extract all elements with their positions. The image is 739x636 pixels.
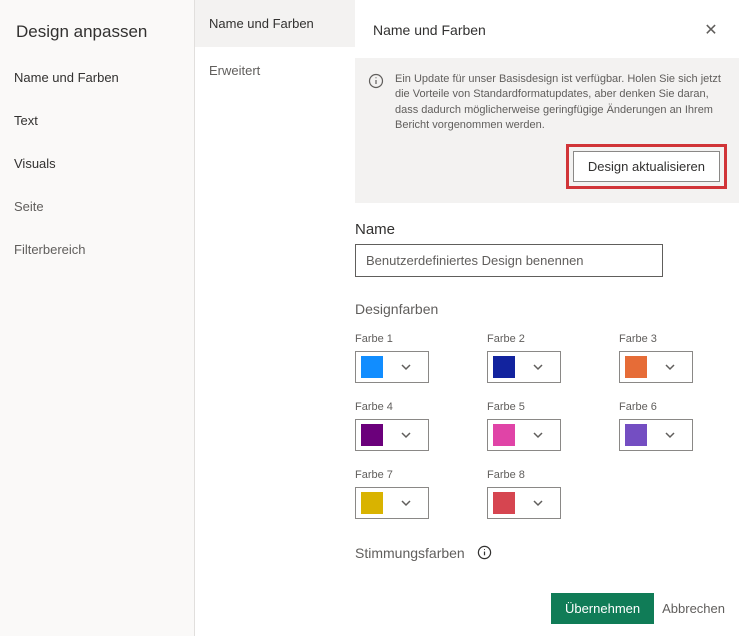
design-colors-title: Designfarben — [355, 301, 739, 317]
info-icon[interactable] — [477, 545, 492, 560]
mood-colors-row: Stimmungsfarben — [355, 545, 739, 561]
color-label-2: Farbe 2 — [487, 333, 583, 345]
color-picker-5[interactable] — [487, 419, 561, 451]
chevron-down-icon — [383, 429, 428, 441]
color-swatch-7 — [361, 492, 383, 514]
name-label: Name — [355, 221, 739, 238]
color-label-3: Farbe 3 — [619, 333, 715, 345]
chevron-down-icon — [383, 497, 428, 509]
left-nav-text[interactable]: Text — [0, 99, 194, 142]
mood-colors-title: Stimmungsfarben — [355, 545, 465, 561]
color-swatch-8 — [493, 492, 515, 514]
apply-button[interactable]: Übernehmen — [551, 593, 654, 624]
color-picker-4[interactable] — [355, 419, 429, 451]
middle-sidebar: Name und Farben Erweitert — [195, 0, 355, 636]
left-nav-filter[interactable]: Filterbereich — [0, 228, 194, 271]
chevron-down-icon — [647, 361, 692, 373]
info-text: Ein Update für unser Basisdesign ist ver… — [395, 72, 727, 134]
chevron-down-icon — [515, 497, 560, 509]
middle-nav-name-colors[interactable]: Name und Farben — [195, 0, 355, 47]
chevron-down-icon — [515, 361, 560, 373]
color-picker-1[interactable] — [355, 351, 429, 383]
left-sidebar: Design anpassen Name und Farben Text Vis… — [0, 0, 195, 636]
panel-header: Name und Farben ✕ — [355, 0, 739, 58]
color-picker-7[interactable] — [355, 487, 429, 519]
chevron-down-icon — [383, 361, 428, 373]
panel-title: Name und Farben — [373, 22, 486, 38]
middle-nav-advanced[interactable]: Erweitert — [195, 47, 355, 94]
info-icon — [367, 72, 385, 90]
color-label-1: Farbe 1 — [355, 333, 451, 345]
color-picker-6[interactable] — [619, 419, 693, 451]
color-swatch-5 — [493, 424, 515, 446]
color-swatch-6 — [625, 424, 647, 446]
color-picker-2[interactable] — [487, 351, 561, 383]
color-swatch-4 — [361, 424, 383, 446]
left-sidebar-title: Design anpassen — [0, 0, 194, 56]
color-label-7: Farbe 7 — [355, 469, 451, 481]
color-swatch-1 — [361, 356, 383, 378]
color-swatch-3 — [625, 356, 647, 378]
left-nav-visuals[interactable]: Visuals — [0, 142, 194, 185]
settings-panel: Name und Farben ✕ Ein Update für unser B… — [355, 0, 739, 636]
update-design-button[interactable]: Design aktualisieren — [573, 151, 720, 182]
dialog-footer: Übernehmen Abbrechen — [551, 593, 725, 624]
color-label-6: Farbe 6 — [619, 401, 715, 413]
update-info-box: Ein Update für unser Basisdesign ist ver… — [355, 58, 739, 203]
color-swatch-2 — [493, 356, 515, 378]
color-label-5: Farbe 5 — [487, 401, 583, 413]
design-name-input[interactable] — [355, 244, 663, 277]
chevron-down-icon — [647, 429, 692, 441]
left-nav-page[interactable]: Seite — [0, 185, 194, 228]
color-picker-3[interactable] — [619, 351, 693, 383]
left-nav-name-colors[interactable]: Name und Farben — [0, 56, 194, 99]
color-grid: Farbe 1 Farbe 2 Farbe 3 — [355, 333, 715, 519]
callout-highlight: Design aktualisieren — [566, 144, 727, 189]
color-picker-8[interactable] — [487, 487, 561, 519]
color-label-8: Farbe 8 — [487, 469, 583, 481]
close-button[interactable]: ✕ — [701, 20, 721, 40]
close-icon: ✕ — [704, 20, 717, 40]
cancel-button[interactable]: Abbrechen — [662, 601, 725, 616]
chevron-down-icon — [515, 429, 560, 441]
color-label-4: Farbe 4 — [355, 401, 451, 413]
